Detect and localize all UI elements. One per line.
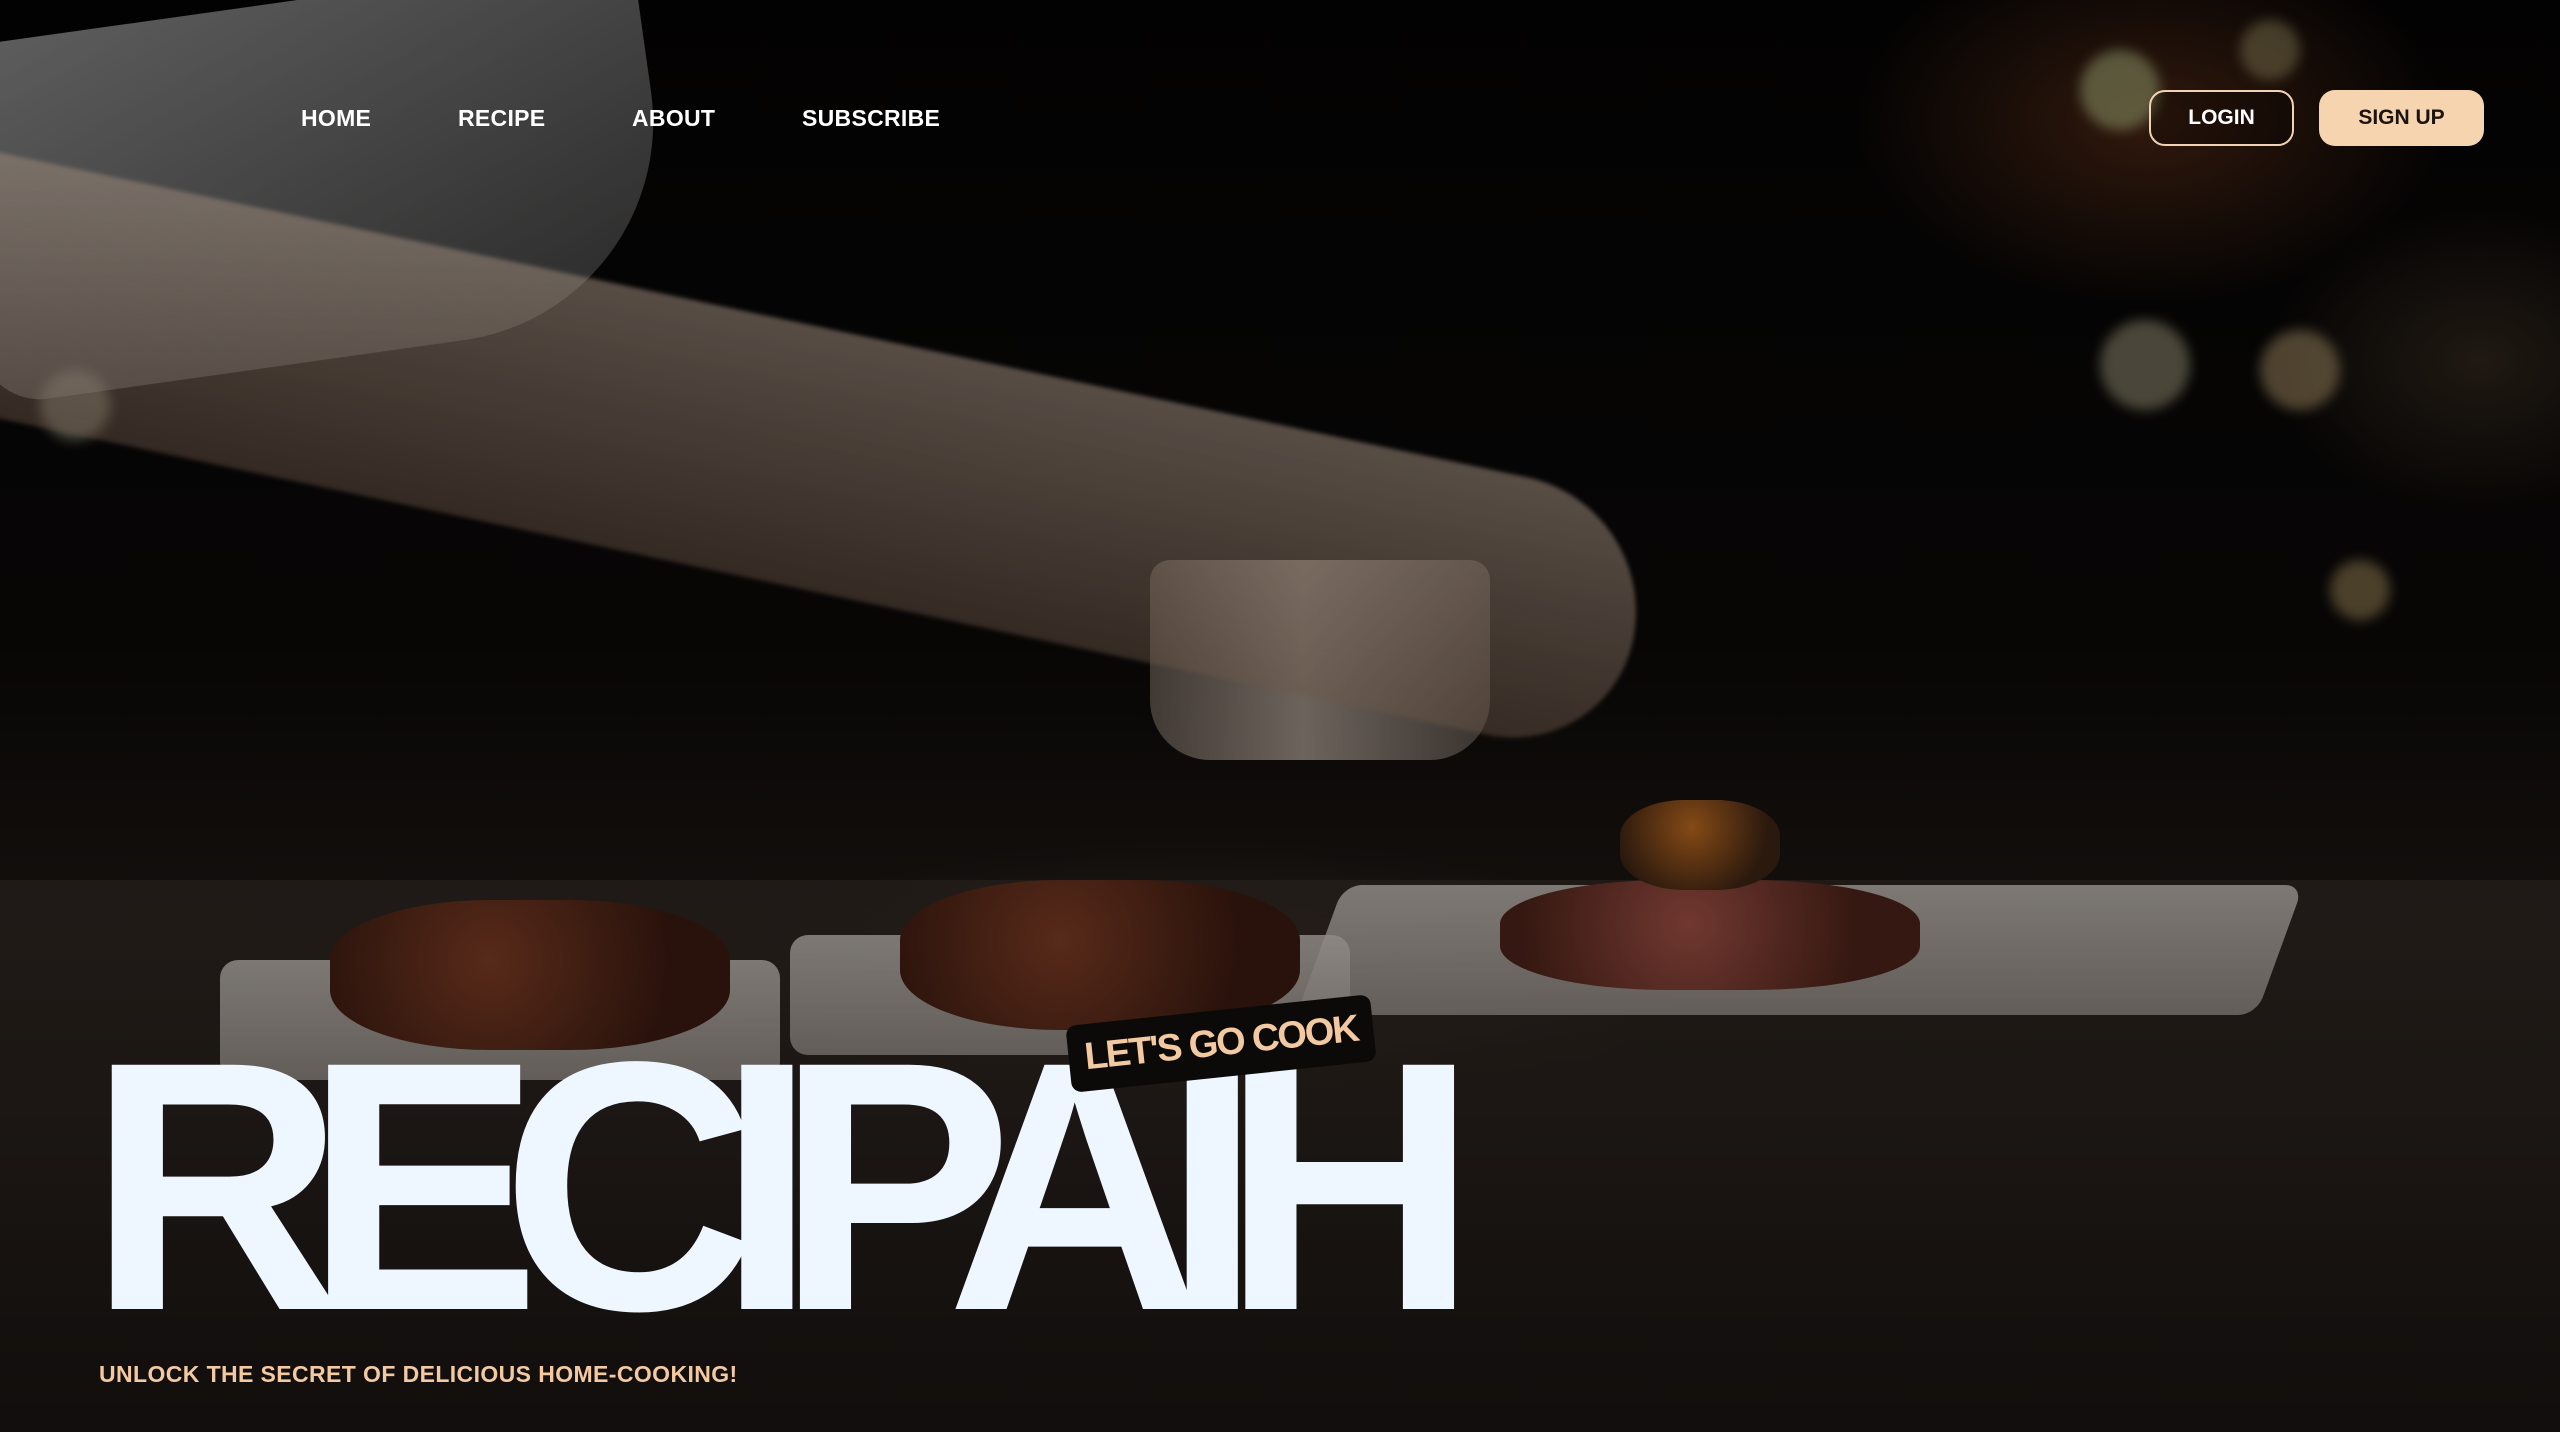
hero-section: HOME RECIPE ABOUT SUBSCRIBE LOGIN SIGN U… xyxy=(0,0,2560,1432)
hero-subtitle: UNLOCK THE SECRET OF DELICIOUS HOME-COOK… xyxy=(99,1361,738,1387)
nav-about[interactable]: ABOUT xyxy=(632,105,715,132)
nav-subscribe[interactable]: SUBSCRIBE xyxy=(802,105,940,132)
nav-recipe[interactable]: RECIPE xyxy=(458,105,545,132)
login-button[interactable]: LOGIN xyxy=(2149,90,2294,146)
nav-home[interactable]: HOME xyxy=(301,105,371,132)
signup-button[interactable]: SIGN UP xyxy=(2319,90,2484,146)
